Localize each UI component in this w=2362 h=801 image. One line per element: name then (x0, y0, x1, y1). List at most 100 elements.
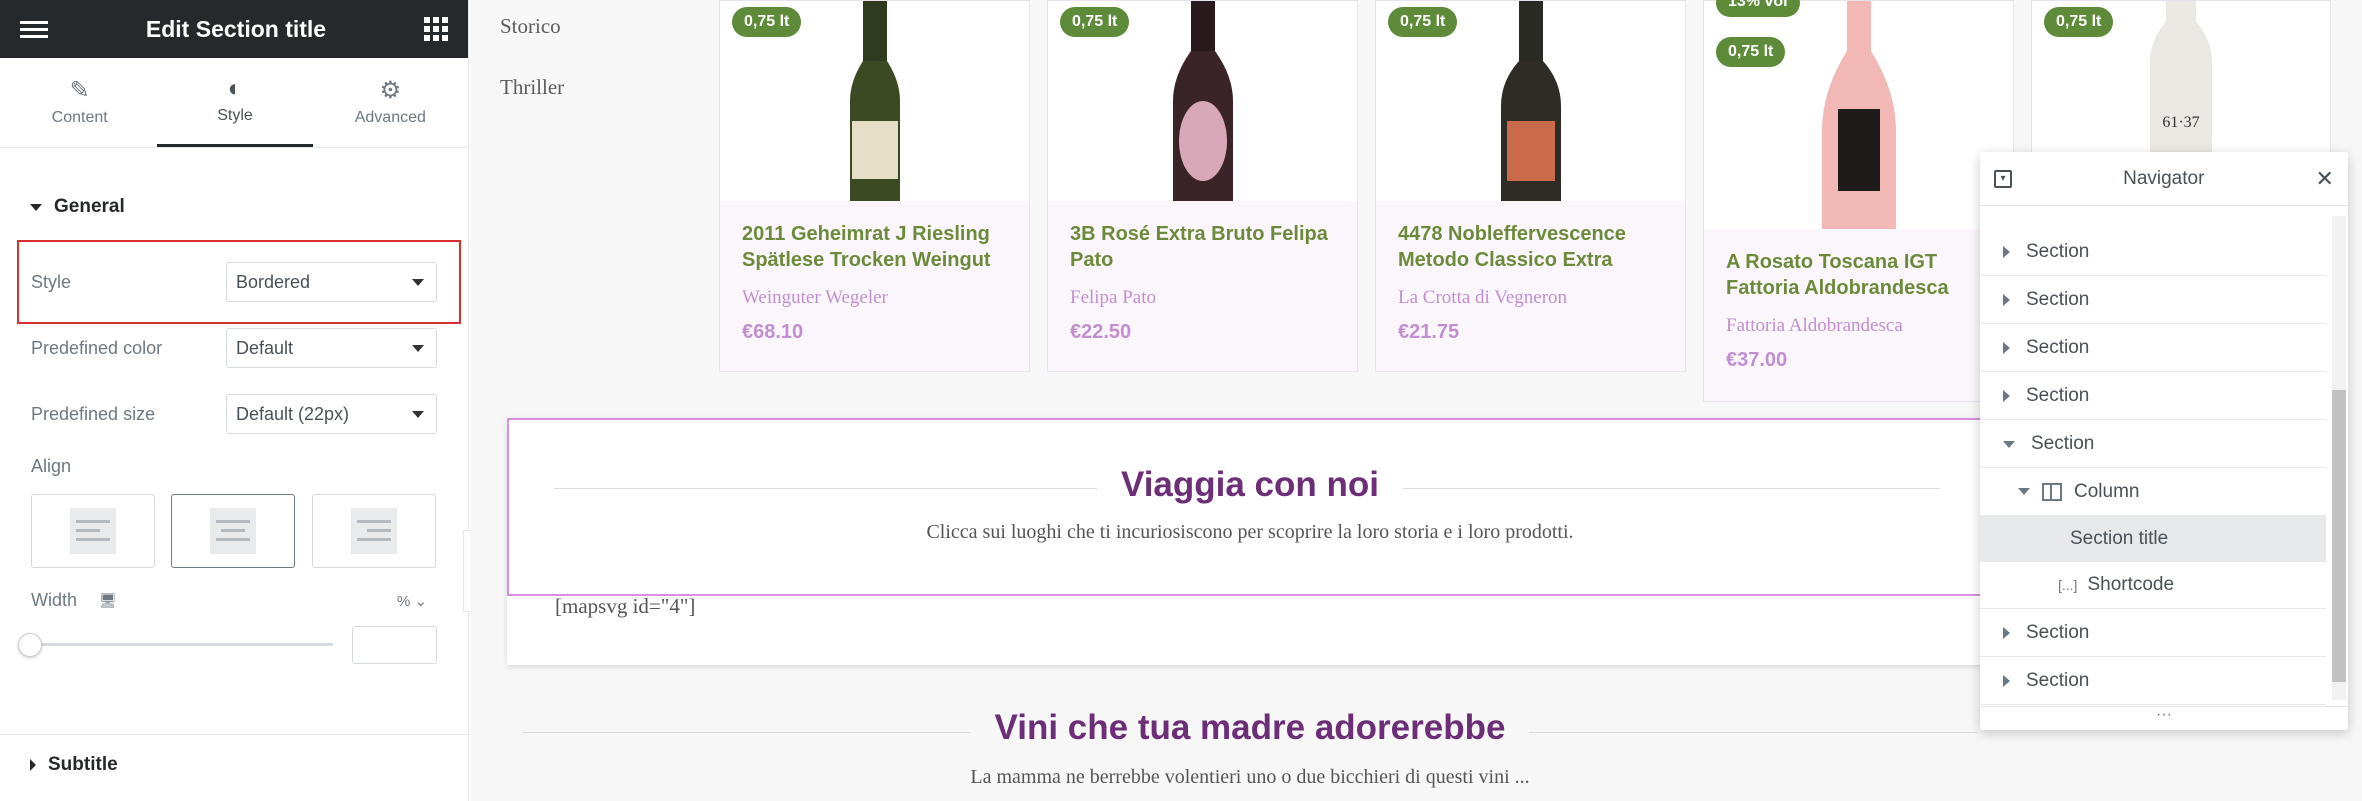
tab-style[interactable]: ◐ Style (157, 58, 313, 147)
caret-right-icon (2003, 294, 2010, 306)
style-control: Style Bordered (31, 261, 437, 303)
product-price: €22.50 (1070, 321, 1132, 343)
close-icon[interactable]: ✕ (2316, 166, 2334, 192)
nav-item-label: Section (2026, 622, 2090, 643)
caret-down-icon (2018, 488, 2030, 495)
navigator-title: Navigator (2123, 167, 2205, 189)
product-name[interactable]: 4478 Nobleffervescence Metodo Classico E… (1376, 201, 1685, 273)
shortcode-text[interactable]: [mapsvg id="4"] (555, 594, 695, 619)
style-select[interactable]: Bordered (226, 262, 437, 302)
caret-right-icon (2003, 675, 2010, 687)
selected-element-outline (507, 418, 1993, 596)
align-center-button[interactable] (171, 494, 295, 568)
navigator-scrollbar-thumb[interactable] (2332, 390, 2346, 682)
tab-advanced[interactable]: ⚙ Advanced (313, 58, 468, 147)
nav-item-section[interactable]: Section (1980, 610, 2326, 657)
width-label-row: Width 🖥 (31, 590, 117, 611)
nav-item-column[interactable]: Column (1980, 468, 2326, 515)
product-name[interactable]: 3B Rosé Extra Bruto Felipa Pato (1048, 201, 1357, 273)
product-winery: Fattoria Aldobrandesca (1726, 315, 1903, 336)
wine-bottle-image (1172, 1, 1233, 201)
product-image: 61·37 0,75 lt (2032, 1, 2330, 153)
general-section-toggle[interactable]: General (0, 196, 155, 218)
volume-badge: 0,75 lt (1388, 7, 1458, 37)
vini-title-text: Vini che tua madre adorerebbe (970, 708, 1530, 747)
width-slider-handle[interactable] (18, 633, 42, 657)
category-link-storico[interactable]: Storico (500, 14, 561, 39)
nav-item-label: Section (2031, 433, 2095, 454)
product-image: 0,75 lt (1376, 1, 1685, 201)
nav-item-section[interactable]: Section (1980, 658, 2326, 705)
nav-item-partial (1980, 206, 2326, 213)
product-price: €37.00 (1726, 349, 1788, 371)
volume-badge: 0,75 lt (1716, 37, 1786, 67)
vini-title: Vini che tua madre adorerebbe (507, 708, 1993, 748)
desktop-icon[interactable]: 🖥 (99, 592, 117, 609)
predefined-color-value: Default (236, 337, 294, 358)
wine-bottle-image (1821, 1, 1896, 229)
wine-bottle-image: 61·37 (2150, 1, 2212, 153)
product-price: €68.10 (742, 321, 804, 343)
product-card[interactable]: 0,75 lt 2011 Geheimrat J Riesling Spätle… (719, 0, 1030, 372)
align-center-icon (210, 508, 256, 554)
subtitle-section-label: Subtitle (48, 754, 118, 775)
tab-advanced-label: Advanced (354, 108, 426, 126)
product-card[interactable]: 0,75 lt 3B Rosé Extra Bruto Felipa Pato … (1047, 0, 1358, 372)
product-name[interactable]: A Rosato Toscana IGT Fattoria Aldobrande… (1704, 229, 2013, 301)
nav-item-section-title[interactable]: Section title (1980, 515, 2326, 562)
collapse-all-icon[interactable]: ▾ (1994, 169, 2012, 188)
product-card[interactable]: 13% vol 0,75 lt A Rosato Toscana IGT Fat… (1703, 0, 2014, 402)
style-select-value: Bordered (236, 271, 311, 292)
product-winery: La Crotta di Vegneron (1398, 287, 1568, 308)
wine-bottle-image (1500, 1, 1561, 201)
nav-item-label: Section (2026, 337, 2090, 358)
width-slider-track[interactable] (31, 643, 333, 646)
tab-style-label: Style (217, 107, 253, 124)
width-input[interactable] (352, 626, 437, 664)
width-unit-value: % (397, 593, 411, 610)
wine-bottle-image (849, 1, 900, 201)
subtitle-section-toggle[interactable]: Subtitle (0, 754, 148, 776)
align-label: Align (31, 456, 72, 476)
nav-item-section[interactable]: Section (1980, 277, 2326, 324)
width-unit-select[interactable]: % ⌄ (397, 592, 427, 610)
nav-item-section-expanded[interactable]: Section (1980, 421, 2326, 468)
predefined-color-select[interactable]: Default (226, 328, 437, 368)
category-link-thriller[interactable]: Thriller (500, 75, 564, 100)
volume-badge: 0,75 lt (732, 7, 802, 37)
caret-down-icon (30, 203, 42, 211)
chevron-down-icon (412, 410, 424, 418)
navigator-panel: ▾ Navigator ✕ Section Section Section Se… (1980, 152, 2348, 730)
navigator-header[interactable]: ▾ Navigator ✕ (1980, 152, 2348, 206)
nav-item-section[interactable]: Section (1980, 325, 2326, 372)
gear-icon: ⚙ (379, 76, 402, 104)
nav-item-section[interactable]: Section (1980, 373, 2326, 420)
predefined-size-label: Predefined size (31, 403, 156, 424)
width-label: Width (31, 590, 78, 610)
tab-content[interactable]: ✎ Content (2, 58, 157, 147)
widgets-grid-icon[interactable] (424, 17, 448, 41)
align-left-icon (70, 508, 116, 554)
hamburger-menu-icon[interactable] (20, 19, 48, 39)
align-right-button[interactable] (312, 494, 436, 568)
chevron-down-icon: ⌄ (414, 593, 428, 610)
navigator-resize-handle[interactable]: ··· (1980, 706, 2348, 730)
nav-item-shortcode[interactable]: [...] Shortcode (1980, 562, 2326, 609)
product-card[interactable]: 0,75 lt 4478 Nobleffervescence Metodo Cl… (1375, 0, 1686, 372)
nav-item-label: Section (2026, 289, 2090, 310)
align-left-button[interactable] (31, 494, 155, 568)
caret-right-icon (2003, 390, 2010, 402)
nav-item-section[interactable]: Section (1980, 229, 2326, 276)
product-name[interactable]: 2011 Geheimrat J Riesling Spätlese Trock… (720, 201, 1029, 273)
predefined-color-control: Predefined color Default (31, 327, 437, 369)
general-section-label: General (54, 196, 125, 217)
product-winery: Weinguter Wegeler (742, 287, 888, 308)
predefined-color-label: Predefined color (31, 337, 163, 358)
vini-subtitle: La mamma ne berrebbe volentieri uno o du… (970, 766, 1530, 788)
editor-panel: Edit Section title ✎ Content ◐ Style ⚙ A… (0, 0, 469, 801)
caret-right-icon (2003, 342, 2010, 354)
shortcode-icon: [...] (2058, 577, 2078, 593)
predefined-size-select[interactable]: Default (22px) (226, 394, 437, 434)
volume-badge: 0,75 lt (1060, 7, 1130, 37)
product-card[interactable]: 61·37 0,75 lt (2031, 0, 2331, 153)
